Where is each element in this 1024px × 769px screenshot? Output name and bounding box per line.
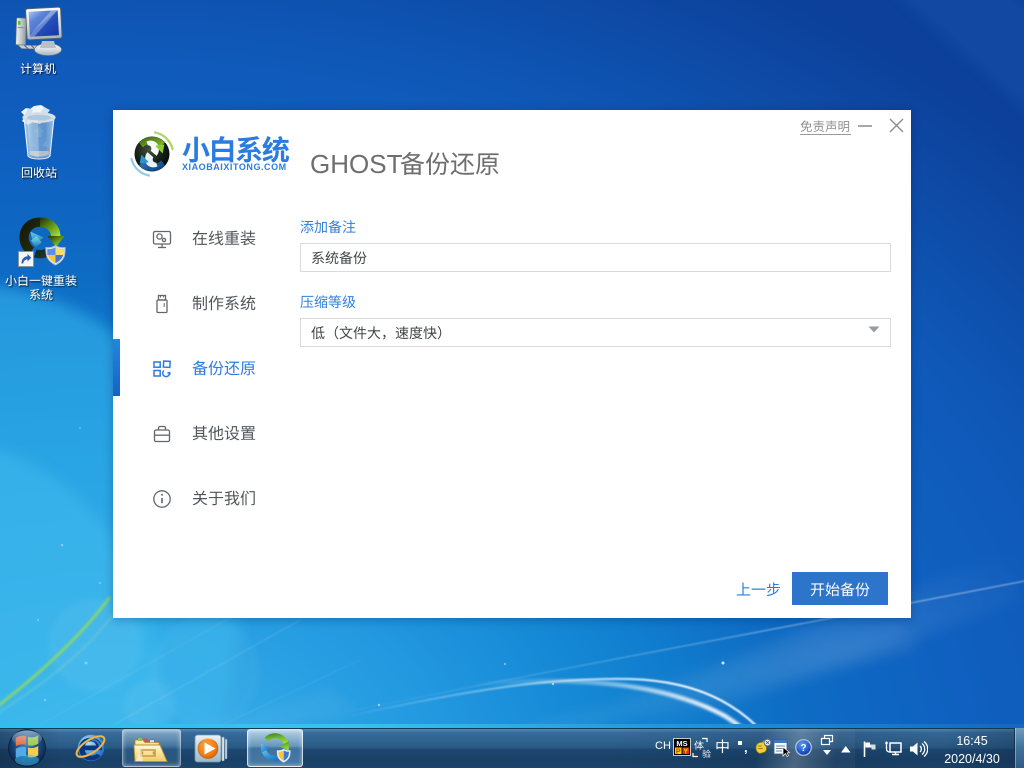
- svg-text:CH: CH: [655, 740, 671, 752]
- svg-text:16:45: 16:45: [956, 734, 987, 748]
- svg-text:GHOST: GHOST: [310, 149, 403, 179]
- svg-text:2020/4/30: 2020/4/30: [944, 752, 1000, 766]
- svg-text:P: P: [676, 748, 681, 755]
- svg-text:MS: MS: [676, 739, 687, 748]
- svg-text:Y: Y: [683, 748, 688, 755]
- svg-text:?: ?: [800, 743, 806, 754]
- svg-text:,: ,: [744, 740, 748, 755]
- svg-text:XIAOBAIXITONG.COM: XIAOBAIXITONG.COM: [182, 162, 287, 172]
